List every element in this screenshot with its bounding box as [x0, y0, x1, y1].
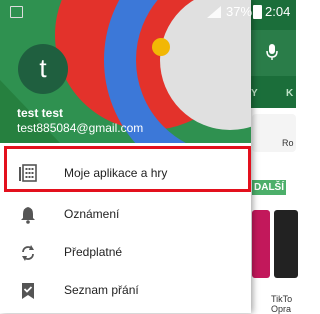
background-app-card[interactable] [274, 210, 298, 278]
menu-item-subscriptions[interactable]: Předplatné [0, 234, 251, 272]
menu-item-label: Předplatné [64, 245, 123, 259]
tab-partial-right[interactable]: K [286, 88, 293, 99]
background-section-label: DALŠÍ [252, 180, 286, 195]
bell-icon [21, 207, 35, 224]
menu-item-notifications[interactable]: Oznámení [0, 196, 251, 234]
navigation-drawer: t test test test885084@gmail.com Moje ap… [0, 0, 251, 313]
menu-item-wishlist[interactable]: Seznam přání [0, 272, 251, 310]
tab-partial-left[interactable]: Y [251, 88, 258, 99]
app-label-line1: TikTo [271, 294, 293, 304]
battery-icon [253, 5, 262, 19]
account-name: test test [17, 106, 64, 120]
refresh-icon [22, 245, 34, 261]
bookmark-check-icon [22, 283, 34, 299]
background-app-label: TikTo Opra [271, 294, 292, 314]
notification-icon [10, 6, 23, 18]
signal-icon [207, 6, 221, 18]
menu-item-label: Oznámení [64, 207, 120, 221]
clock-time: 2:04 [265, 4, 291, 19]
background-chip-label: Ro [282, 138, 294, 148]
account-email: test885084@gmail.com [17, 121, 144, 135]
avatar[interactable]: t [18, 44, 68, 94]
battery-percent: 37% [226, 4, 253, 19]
highlight-annotation [4, 146, 251, 192]
menu-item-label: Seznam přání [64, 283, 139, 297]
mic-icon[interactable] [266, 44, 278, 60]
status-bar: 37% 2:04 [0, 0, 296, 22]
background-app-card[interactable] [252, 210, 270, 278]
